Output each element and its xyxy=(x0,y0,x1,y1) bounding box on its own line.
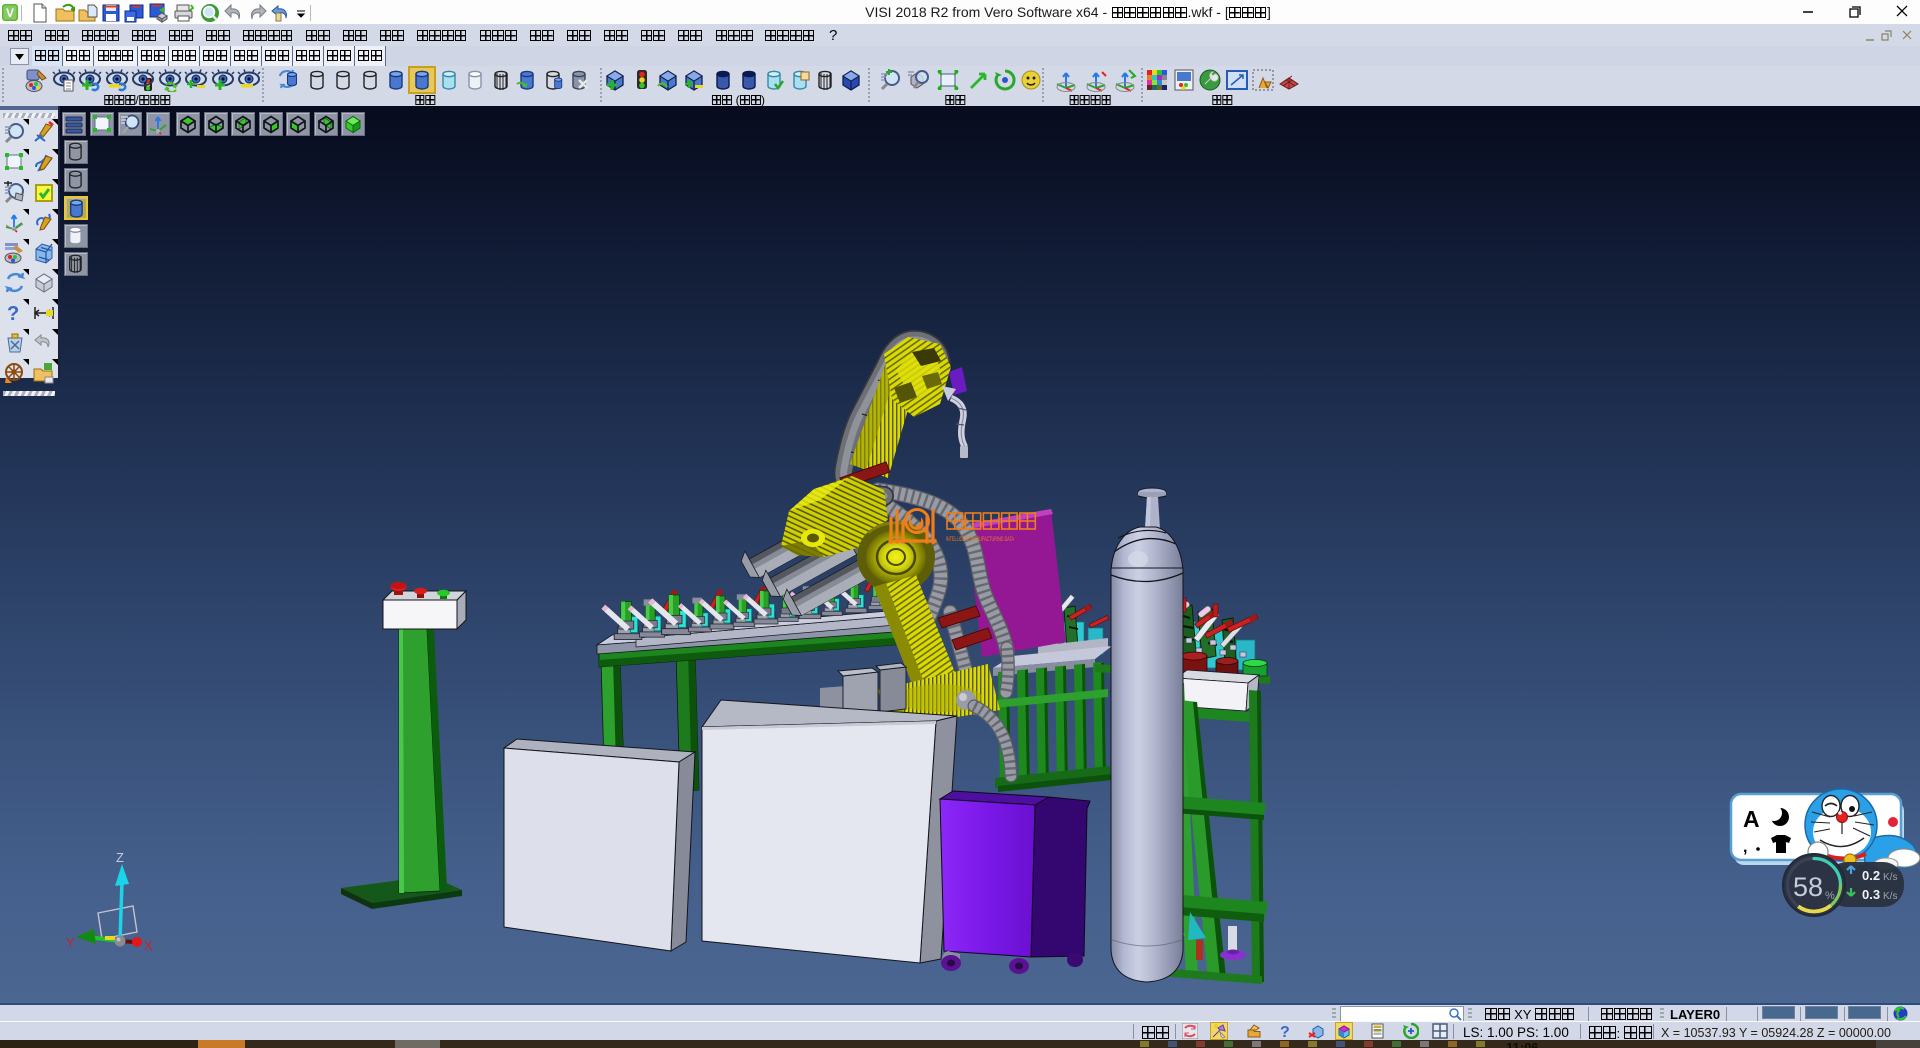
svg-text:X: X xyxy=(144,938,153,953)
svg-text:?: ? xyxy=(1280,1024,1290,1039)
svg-text:Y: Y xyxy=(66,935,75,950)
svg-text:K/s: K/s xyxy=(1883,872,1897,883)
svg-text:A: A xyxy=(1743,806,1760,832)
svg-text:INTELLIGENT MANUFACTURING DATA: INTELLIGENT MANUFACTURING DATA xyxy=(946,536,1015,543)
svg-text:%: % xyxy=(1825,890,1835,902)
svg-text:0.3: 0.3 xyxy=(1862,887,1880,902)
svg-text:Z: Z xyxy=(116,850,124,865)
svg-text:0.2: 0.2 xyxy=(1862,868,1880,883)
svg-text:58: 58 xyxy=(1793,872,1823,902)
svg-text:V: V xyxy=(6,6,14,20)
svg-text:K/s: K/s xyxy=(1883,891,1897,902)
svg-text:?: ? xyxy=(7,303,19,325)
svg-text:,: , xyxy=(1743,839,1747,856)
